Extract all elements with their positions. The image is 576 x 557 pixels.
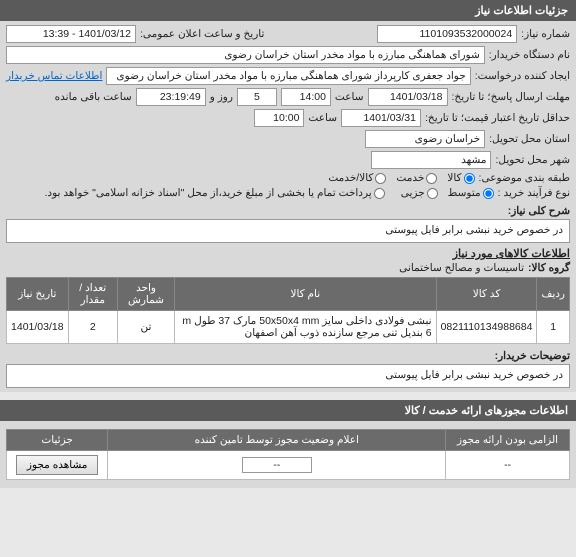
remaining-label: ساعت باقی مانده	[55, 91, 132, 103]
buyer-notes-label: توضیحات خریدار:	[495, 350, 570, 362]
group-value: تاسیسات و مصالح ساختمانی	[399, 262, 524, 274]
deadline-time-field: 14:00	[281, 88, 331, 106]
validity-label: حداقل تاریخ اعتبار قیمت؛ تا تاریخ:	[425, 112, 570, 124]
city-label: شهر محل تحویل:	[495, 154, 570, 166]
items-table: ردیف کد کالا نام کالا واحد شمارش تعداد /…	[6, 277, 570, 344]
requester-field: جواد جعفری کارپرداز شورای هماهنگی مبارزه…	[106, 67, 470, 85]
col-qty: تعداد / مقدار	[68, 278, 117, 311]
need-number-label: شماره نیاز:	[521, 28, 570, 40]
cat-kala-radio[interactable]	[464, 173, 475, 184]
validity-time-field: 10:00	[254, 109, 304, 127]
table-row: 1 0821110134988684 نبشی فولادی داخلی سای…	[7, 311, 570, 344]
cell-details: مشاهده مجوز	[7, 451, 108, 480]
payment-note-label: پرداخت تمام یا بخشی از مبلغ خرید،از محل …	[45, 187, 372, 199]
col-row: ردیف	[537, 278, 570, 311]
province-field: خراسان رضوی	[365, 130, 485, 148]
cell-status: --	[108, 451, 446, 480]
cell-qty: 2	[68, 311, 117, 344]
col-details: جزئیات	[7, 430, 108, 451]
cell-mandatory: --	[446, 451, 570, 480]
col-mandatory: الزامی بودن ارائه مجوز	[446, 430, 570, 451]
cat-both-radio[interactable]	[375, 173, 386, 184]
col-date: تاریخ نیاز	[7, 278, 69, 311]
process-label: نوع فرآیند خرید :	[498, 187, 570, 199]
proc-mid-label: متوسط	[448, 187, 481, 199]
details-body: شماره نیاز: 1101093532000024 تاریخ و ساع…	[0, 21, 576, 392]
need-number-field: 1101093532000024	[377, 25, 517, 43]
announce-label: تاریخ و ساعت اعلان عمومی:	[140, 28, 264, 40]
time-label-2: ساعت	[308, 112, 337, 124]
requester-label: ایجاد کننده درخواست:	[475, 70, 570, 82]
payment-note-radio[interactable]	[374, 188, 385, 199]
cell-name: نبشی فولادی داخلی سایز 50x50x4 mm مارک 3…	[175, 311, 437, 344]
process-radio-group: متوسط جزیی	[401, 187, 494, 199]
days-field: 5	[237, 88, 277, 106]
cat-both-option[interactable]: کالا/خدمت	[328, 172, 386, 184]
cell-row: 1	[537, 311, 570, 344]
proc-small-radio[interactable]	[427, 188, 438, 199]
cat-kala-option[interactable]: کالا	[447, 172, 474, 184]
cat-khadamat-option[interactable]: خدمت	[396, 172, 437, 184]
cat-khadamat-radio[interactable]	[426, 173, 437, 184]
status-select[interactable]: --	[242, 457, 312, 473]
view-permit-button[interactable]: مشاهده مجوز	[16, 455, 99, 475]
province-label: استان محل تحویل:	[489, 133, 570, 145]
permits-table: الزامی بودن ارائه مجوز اعلام وضعیت مجوز …	[6, 429, 570, 480]
city-field: مشهد	[371, 151, 491, 169]
validity-date-field: 1401/03/31	[341, 109, 421, 127]
cell-unit: تن	[117, 311, 174, 344]
deadline-date-field: 1401/03/18	[368, 88, 448, 106]
buyer-label: نام دستگاه خریدار:	[489, 49, 570, 61]
cat-khadamat-label: خدمت	[396, 172, 424, 184]
buyer-field: شورای هماهنگی مبارزه با مواد مخدر استان …	[6, 46, 485, 64]
category-label: طبقه بندی موضوعی:	[479, 172, 570, 184]
proc-mid-option[interactable]: متوسط	[448, 187, 494, 199]
desc-text: در خصوص خرید نبشی برابر فایل پیوستی	[6, 219, 570, 243]
permits-body: الزامی بودن ارائه مجوز اعلام وضعیت مجوز …	[0, 421, 576, 488]
proc-mid-radio[interactable]	[483, 188, 494, 199]
cell-date: 1401/03/18	[7, 311, 69, 344]
col-status: اعلام وضعیت مجوز توسط تامین کننده	[108, 430, 446, 451]
details-header: جزئیات اطلاعات نیاز	[0, 0, 576, 21]
col-unit: واحد شمارش	[117, 278, 174, 311]
col-name: نام کالا	[175, 278, 437, 311]
days-label: روز و	[210, 91, 233, 103]
table-row: -- -- مشاهده مجوز	[7, 451, 570, 480]
cat-kala-label: کالا	[447, 172, 461, 184]
cat-both-label: کالا/خدمت	[328, 172, 373, 184]
cell-code: 0821110134988684	[436, 311, 537, 344]
desc-label: شرح کلی نیاز:	[508, 205, 570, 217]
proc-small-label: جزیی	[401, 187, 425, 199]
group-label: گروه کالا:	[528, 262, 570, 274]
permits-header: اطلاعات مجوزهای ارائه خدمت / کالا	[0, 400, 576, 421]
contact-link[interactable]: اطلاعات تماس خریدار	[6, 70, 102, 82]
category-radio-group: کالا خدمت کالا/خدمت	[328, 172, 474, 184]
col-code: کد کالا	[436, 278, 537, 311]
proc-small-option[interactable]: جزیی	[401, 187, 438, 199]
deadline-label: مهلت ارسال پاسخ؛ تا تاریخ:	[452, 91, 571, 103]
time-label-1: ساعت	[335, 91, 364, 103]
payment-note-option[interactable]: پرداخت تمام یا بخشی از مبلغ خرید،از محل …	[45, 187, 385, 199]
buyer-notes-text: در خصوص خرید نبشی برابر فایل پیوستی	[6, 364, 570, 388]
items-header: اطلاعات کالاهای مورد نیاز	[6, 247, 570, 260]
announce-field: 1401/03/12 - 13:39	[6, 25, 136, 43]
remaining-time-field: 23:19:49	[136, 88, 206, 106]
